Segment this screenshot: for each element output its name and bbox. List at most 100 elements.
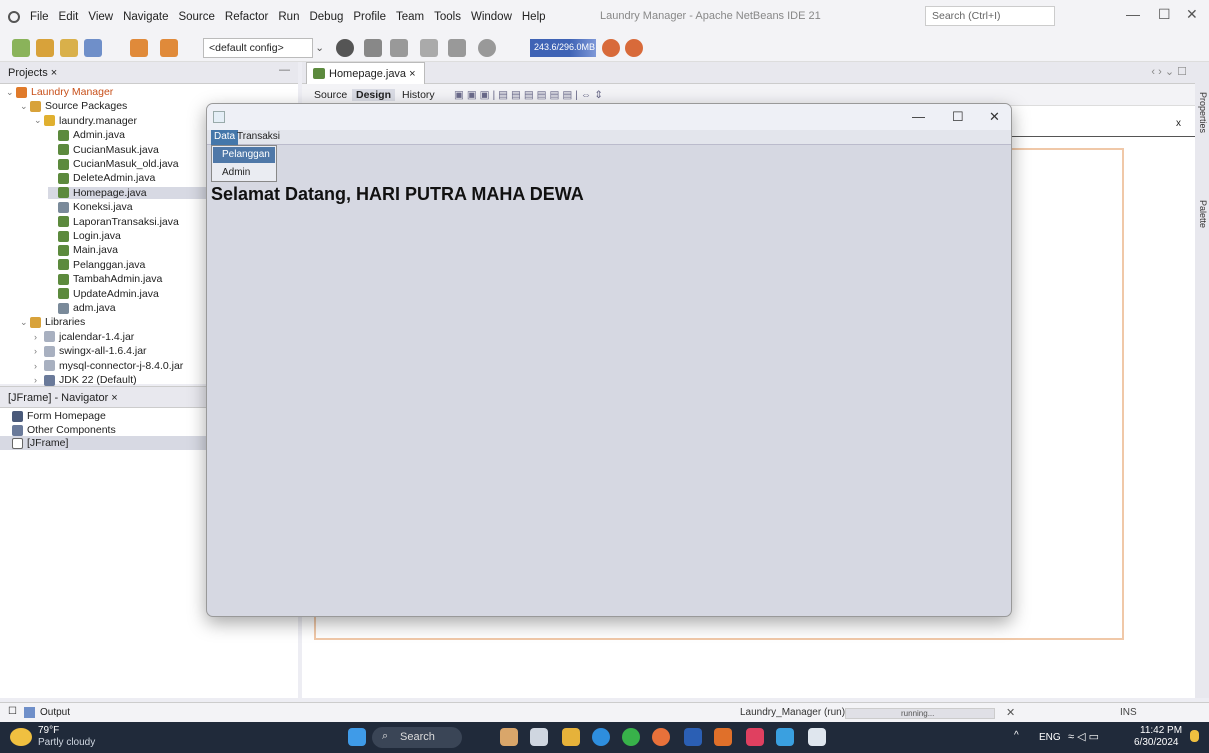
tree-item[interactable]: Pelanggan.java — [48, 259, 145, 271]
tree-item[interactable]: Koneksi.java — [48, 201, 133, 213]
menu-team[interactable]: Team — [396, 11, 424, 23]
target-icon[interactable] — [336, 39, 354, 57]
tree-item[interactable]: ⌄ laundry.manager — [34, 115, 137, 127]
gc-icon[interactable] — [602, 39, 620, 57]
tree-item[interactable]: CucianMasuk_old.java — [48, 158, 179, 170]
whatsapp-icon[interactable] — [622, 728, 640, 746]
app-maximize-button[interactable]: ☐ — [952, 109, 964, 125]
menu-profile[interactable]: Profile — [353, 11, 386, 23]
tray-chevron-icon[interactable]: ^ — [1014, 730, 1019, 741]
projects-tab[interactable]: Projects × — — [0, 62, 298, 84]
nav-form-item[interactable]: Form Homepage — [12, 410, 106, 422]
new-file-icon[interactable] — [12, 39, 30, 57]
menu-navigate[interactable]: Navigate — [123, 11, 168, 23]
chrome-icon[interactable] — [652, 728, 670, 746]
menu-window[interactable]: Window — [471, 11, 512, 23]
debug-icon[interactable] — [448, 39, 466, 57]
nav-other-components[interactable]: Other Components — [12, 424, 116, 436]
clean-build-icon[interactable] — [390, 39, 408, 57]
tree-item[interactable]: ⌄ Laundry Manager — [6, 86, 113, 98]
close-icon[interactable]: ✕ — [1186, 6, 1198, 23]
menu-item-admin[interactable]: Admin — [213, 165, 275, 181]
menu-source[interactable]: Source — [178, 11, 214, 23]
tree-item[interactable]: ⌄ Source Packages — [20, 100, 127, 112]
notification-icon[interactable] — [1190, 730, 1199, 742]
design-view-button[interactable]: Design — [352, 89, 396, 101]
source-view-button[interactable]: Source — [314, 89, 347, 101]
taskview-icon[interactable] — [530, 728, 548, 746]
tree-item[interactable]: LaporanTransaksi.java — [48, 216, 179, 228]
tree-item[interactable]: › jcalendar-1.4.jar — [34, 331, 134, 343]
tree-item[interactable]: adm.java — [48, 302, 116, 314]
expand-arrow-icon[interactable]: › — [34, 375, 44, 385]
output-tab[interactable]: Output — [40, 707, 70, 718]
wifi-volume-battery-icon[interactable]: ≈ ◁ ▭ — [1068, 730, 1099, 743]
tab-scroll-icon[interactable]: ‹ › ⌄ ☐ — [1151, 65, 1187, 78]
output-toggle-icon[interactable]: ☐ — [8, 706, 17, 717]
expand-arrow-icon[interactable]: ⌄ — [34, 115, 44, 126]
netbeans-icon[interactable] — [714, 728, 732, 746]
minimize-icon[interactable]: — — [1126, 6, 1140, 22]
config-select[interactable]: <default config> ⌄ — [203, 38, 324, 58]
expand-arrow-icon[interactable]: ⌄ — [6, 87, 16, 98]
file-explorer-icon[interactable] — [562, 728, 580, 746]
tray-language[interactable]: ENG — [1039, 732, 1061, 743]
menu-debug[interactable]: Debug — [309, 11, 343, 23]
weather-icon[interactable] — [10, 728, 32, 746]
close-design-button[interactable]: x — [1176, 118, 1181, 129]
menu-view[interactable]: View — [88, 11, 113, 23]
expand-arrow-icon[interactable]: › — [34, 361, 44, 371]
menu-data[interactable]: Data — [211, 130, 239, 145]
tree-item[interactable]: CucianMasuk.java — [48, 144, 159, 156]
edge-icon[interactable] — [592, 728, 610, 746]
clock-date[interactable]: 6/30/2024 — [1134, 737, 1179, 748]
app-icon[interactable] — [500, 728, 518, 746]
tree-item[interactable]: TambahAdmin.java — [48, 273, 162, 285]
minimize-panel-icon[interactable]: — — [279, 64, 290, 76]
maximize-icon[interactable]: ☐ — [1158, 6, 1171, 23]
ide-search-input[interactable]: Search (Ctrl+I) — [925, 6, 1055, 26]
palette-tab[interactable]: Palette — [1198, 200, 1208, 228]
clock-time[interactable]: 11:42 PM — [1140, 725, 1182, 736]
start-icon[interactable] — [348, 728, 366, 746]
word-icon[interactable] — [684, 728, 702, 746]
menu-tools[interactable]: Tools — [434, 11, 461, 23]
memory-meter[interactable]: 243.6/296.0MB — [530, 39, 596, 57]
menu-help[interactable]: Help — [522, 11, 546, 23]
tree-item[interactable]: ⌄ Libraries — [20, 316, 85, 328]
xampp-icon[interactable] — [746, 728, 764, 746]
app-minimize-button[interactable]: — — [912, 109, 925, 124]
save-all-icon[interactable] — [84, 39, 102, 57]
java-running-icon[interactable] — [808, 728, 826, 746]
profile-icon[interactable] — [478, 39, 496, 57]
homepage-tab[interactable]: Homepage.java × — [306, 62, 425, 84]
tree-item[interactable]: › mysql-connector-j-8.4.0.jar — [34, 360, 183, 372]
expand-arrow-icon[interactable]: › — [34, 332, 44, 342]
tree-item[interactable]: › swingx-all-1.6.4.jar — [34, 345, 147, 357]
menu-refactor[interactable]: Refactor — [225, 11, 268, 23]
expand-arrow-icon[interactable]: ⌄ — [20, 101, 30, 112]
vscode-icon[interactable] — [776, 728, 794, 746]
open-project-icon[interactable] — [60, 39, 78, 57]
tree-item[interactable]: Login.java — [48, 230, 121, 242]
undo-icon[interactable] — [130, 39, 148, 57]
app-close-button[interactable]: ✕ — [989, 109, 1000, 125]
menu-run[interactable]: Run — [278, 11, 299, 23]
menu-edit[interactable]: Edit — [59, 11, 79, 23]
new-project-icon[interactable] — [36, 39, 54, 57]
tree-item[interactable]: Main.java — [48, 244, 118, 256]
taskbar-search[interactable]: ⌕ Search — [372, 727, 462, 748]
gc-alt-icon[interactable] — [625, 39, 643, 57]
menu-transaksi[interactable]: Transaksi — [237, 131, 280, 142]
hammer-icon[interactable] — [364, 39, 382, 57]
properties-tab[interactable]: Properties — [1198, 92, 1208, 133]
tree-item[interactable]: UpdateAdmin.java — [48, 288, 159, 300]
cancel-run-icon[interactable]: ✕ — [1006, 706, 1015, 719]
expand-arrow-icon[interactable]: ⌄ — [20, 317, 30, 328]
menu-file[interactable]: File — [30, 11, 49, 23]
tree-item[interactable]: › JDK 22 (Default) — [34, 374, 137, 386]
design-tools-icon[interactable]: ▣ ▣ ▣ | ▤ ▤ ▤ ▤ ▤ ▤ | ⇔ ⇕ — [454, 89, 603, 101]
menu-item-pelanggan[interactable]: Pelanggan — [213, 147, 275, 163]
run-icon[interactable] — [420, 39, 438, 57]
tree-item[interactable]: DeleteAdmin.java — [48, 172, 155, 184]
